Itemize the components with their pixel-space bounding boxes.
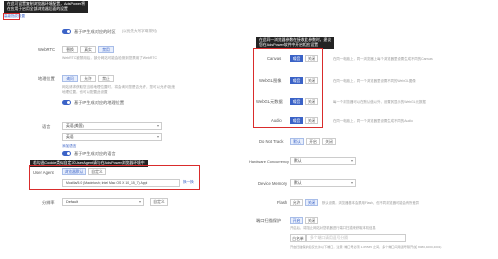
dnt-default-button[interactable]: 默认 — [290, 138, 304, 145]
language-ip-toggle-label: 基于IP生成对应的语言 — [74, 151, 116, 156]
dnt-label: Do Not Track — [259, 139, 284, 144]
add-language-link[interactable]: 添加语言 — [62, 144, 76, 149]
canvas-off-button[interactable]: 关闭 — [305, 55, 318, 62]
resolution-custom-button[interactable]: 自定义 — [150, 198, 168, 206]
geo-hint-2: 地理位置，也可以配置此设置 — [62, 90, 108, 94]
device-memory-select[interactable]: 默认 — [290, 179, 356, 187]
webgl-meta-noise-button[interactable]: 噪音 — [290, 98, 303, 105]
webgl-image-noise-button[interactable]: 噪音 — [290, 77, 303, 84]
right-settings-panel: 在此同一浏览器参数在接收此参数时，建议 您在AdsPower软件中开启相应设置 … — [249, 0, 498, 259]
webgl-image-hint: 在同一电脑上，同一个浏览器里设置不同的WebGL图像 — [333, 79, 416, 83]
webgl-meta-label: WebGL元数据 — [256, 99, 283, 104]
webgl-meta-off-button[interactable]: 关闭 — [305, 98, 318, 105]
audio-noise-button[interactable]: 噪音 — [290, 117, 303, 124]
advanced-fingerprint-link[interactable]: 高级指纹设置 — [4, 14, 25, 19]
timezone-toggle-label: 基于IP生成对应的时区 — [74, 29, 116, 34]
canvas-label: Canvas — [267, 56, 282, 61]
dnt-on-button[interactable]: 开启 — [306, 138, 320, 145]
flash-hint: 默认设置，浏览器基本会禁用Flash，但不同浏览器可能会有所差异 — [322, 201, 420, 205]
port-scan-on-button[interactable]: 开启 — [290, 217, 303, 224]
tutorial-note-top: 在此可设置复制浏览器环境配置，AdsPower将 在应用于启用全部浏览器后面的设… — [4, 1, 89, 13]
ua-default-button[interactable]: 浏览器默认 — [62, 168, 86, 175]
ua-custom-button[interactable]: 自定义 — [88, 168, 106, 175]
port-scan-hint: 开启后，将阻止网站对您机器进行端口扫描来获取本机信息 — [290, 226, 376, 230]
device-memory-label: Device Memory — [258, 181, 288, 186]
geo-option-ask[interactable]: 询问 — [62, 75, 78, 82]
webgl-meta-hint: 每一个浏览器可以在默认值以外，设置其显示的WebGL元数据 — [333, 100, 426, 104]
port-allowlist-input[interactable]: 多个端口请用逗号分隔 — [306, 234, 406, 242]
port-allowlist-label: 白名单 — [290, 234, 306, 242]
webgl-image-label: WebGL图像 — [259, 78, 282, 83]
geolocation-label: 地理位置 — [38, 76, 55, 81]
port-scan-label: 端口扫描保护 — [256, 218, 282, 223]
left-settings-panel: 在此可设置复制浏览器环境配置，AdsPower将 在应用于启用全部浏览器后面的设… — [0, 0, 250, 259]
timezone-toggle-hint: (以优先大写字母排列) — [122, 29, 157, 33]
user-agent-label: User Agent — [33, 170, 54, 175]
webrtc-option-replace[interactable]: 替换 — [62, 46, 78, 53]
audio-hint: 在同一电脑上，同一个浏览器里设置生成不同的Audio — [333, 119, 413, 123]
webrtc-label: WebRTC — [38, 47, 56, 52]
port-scan-off-button[interactable]: 关闭 — [305, 217, 318, 224]
webrtc-option-real[interactable]: 真实 — [80, 46, 96, 53]
geo-option-deny[interactable]: 禁止 — [98, 75, 114, 82]
webrtc-hint: WebRTC被禁用后，部分网站可能会检测到您禁用了WebRTC — [62, 56, 158, 60]
ua-refresh-link[interactable]: 换一换 — [183, 180, 194, 185]
flash-off-button[interactable]: 关闭 — [305, 199, 318, 206]
hardware-concurrency-select[interactable]: 默认 — [290, 157, 356, 165]
resolution-select[interactable]: Default — [62, 198, 144, 206]
audio-label: Audio — [271, 118, 282, 123]
timezone-toggle[interactable] — [62, 29, 71, 34]
canvas-hint: 在同一电脑上，同一浏览器上每个浏览器里设置生成不同的Canvas — [333, 57, 433, 61]
port-scan-footnote: 开启扫描保护后仅允许以下端口，注意: 端口号必须 1-65535 之间，多个端口… — [290, 245, 442, 249]
flash-label: Flash — [277, 200, 288, 205]
language-select-2[interactable]: 英语 — [62, 133, 162, 141]
geo-ip-toggle-label: 基于IP生成对应的地理位置 — [74, 100, 125, 105]
dnt-off-button[interactable]: 关闭 — [322, 138, 336, 145]
note-line: 在应用于启用全部浏览器后面的设置 — [7, 7, 68, 11]
canvas-noise-button[interactable]: 噪音 — [290, 55, 303, 62]
resolution-label: 分辨率 — [42, 200, 55, 205]
language-label: 语言 — [42, 124, 51, 129]
webrtc-option-disable[interactable]: 禁用 — [98, 46, 114, 53]
user-agent-input[interactable]: Mozilla/5.0 (Macintosh; Intel Mac OS X 1… — [62, 179, 180, 187]
webgl-image-off-button[interactable]: 关闭 — [305, 77, 318, 84]
language-select-1[interactable]: 英语(美国) — [62, 122, 162, 130]
geo-ip-toggle[interactable] — [62, 100, 71, 105]
flash-allow-button[interactable]: 允许 — [290, 199, 303, 206]
language-ip-toggle[interactable] — [62, 151, 71, 156]
audio-off-button[interactable]: 关闭 — [305, 117, 318, 124]
geo-option-allow[interactable]: 允许 — [80, 75, 96, 82]
hardware-concurrency-label: Hardware Concurrency — [249, 159, 290, 164]
